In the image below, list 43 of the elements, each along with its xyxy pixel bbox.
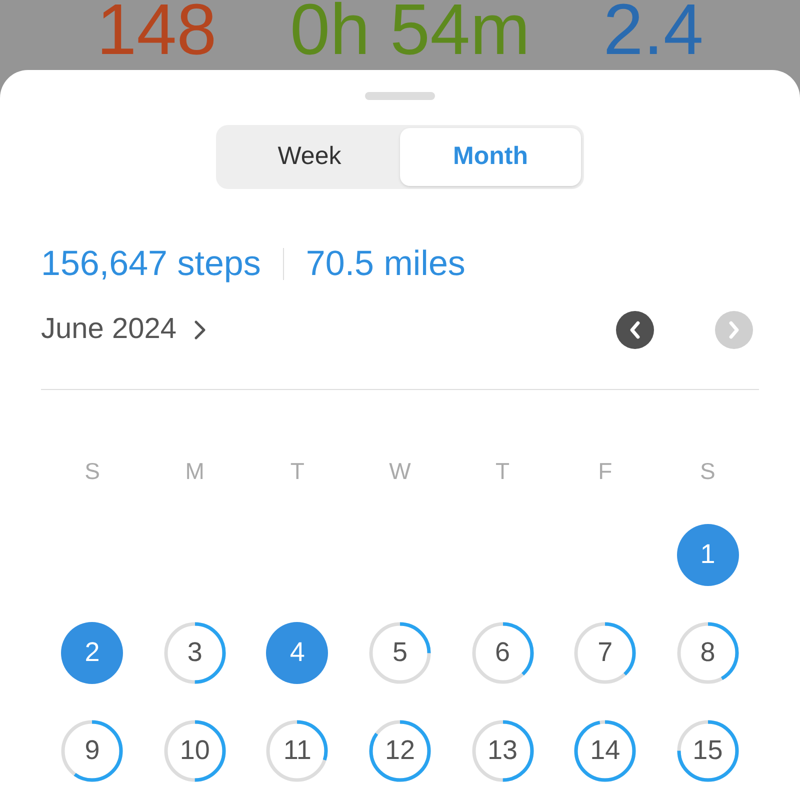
progress-ring (472, 622, 534, 684)
progress-ring (368, 720, 431, 782)
stat-value: 2.4 (603, 0, 704, 66)
chevron-right-icon (728, 321, 740, 339)
day-button[interactable]: 5 (368, 622, 431, 684)
day-button[interactable]: 13 (472, 720, 534, 782)
steps-total: 156,647 steps (41, 242, 261, 285)
day-button[interactable]: 6 (472, 622, 534, 684)
day-button[interactable]: 9 (61, 720, 124, 782)
day-button[interactable]: 14 (574, 720, 636, 782)
stat-value: 148 (96, 0, 217, 66)
progress-ring (574, 720, 636, 782)
stat-value: 0h 54m (290, 0, 530, 66)
progress-ring (472, 720, 534, 782)
progress-ring (164, 622, 226, 684)
segment-tab[interactable]: Week (219, 128, 400, 186)
progress-ring (164, 720, 226, 782)
day-button[interactable]: 7 (574, 622, 636, 684)
day-button[interactable]: 15 (676, 720, 739, 782)
weekday-label: M (185, 457, 204, 486)
weekday-label: T (290, 457, 304, 486)
progress-ring (266, 720, 328, 782)
progress-ring (574, 622, 636, 684)
chevron-right-icon (194, 320, 206, 340)
distance-total: 70.5 miles (306, 242, 466, 285)
day-button[interactable]: 8 (676, 622, 739, 684)
weekday-label: S (700, 457, 716, 486)
day-button[interactable]: 12 (368, 720, 431, 782)
progress-ring (61, 720, 124, 782)
day-button[interactable]: 11 (266, 720, 328, 782)
progress-ring (676, 720, 739, 782)
month-selector[interactable]: June 2024 (41, 308, 206, 352)
weekday-label: S (84, 457, 100, 486)
day-button[interactable]: 10 (164, 720, 226, 782)
weekday-label: T (496, 457, 510, 486)
day-button[interactable]: 3 (164, 622, 226, 684)
weekday-label: F (598, 457, 612, 486)
chevron-left-icon (629, 321, 641, 339)
progress-ring (368, 622, 431, 684)
weekday-label: W (389, 457, 411, 486)
previous-button[interactable] (616, 311, 654, 349)
drag-handle[interactable] (365, 92, 435, 100)
progress-ring (676, 622, 739, 684)
